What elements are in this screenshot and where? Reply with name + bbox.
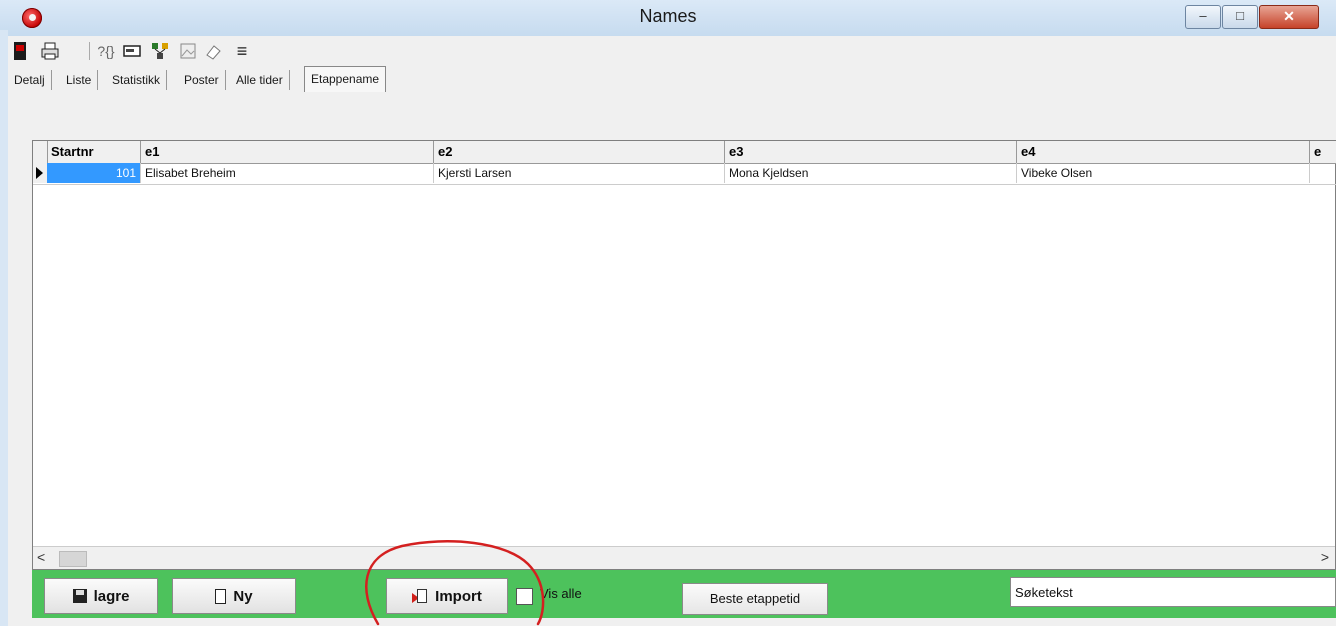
toolbar: ?{} ≡ [8,36,1336,66]
column-header-e3[interactable]: e3 [725,141,1017,163]
tab-statistikk[interactable]: Statistikk [106,70,168,90]
title-bar[interactable]: Names – □ ✕ [0,0,1336,36]
names-window: Names – □ ✕ ?{} ≡ Detalj Liste Statistik… [0,0,1336,626]
exit-icon[interactable] [10,41,30,61]
eraser-icon[interactable] [204,41,224,61]
minimize-icon: – [1199,8,1207,23]
network-icon[interactable] [150,41,170,61]
close-button[interactable]: ✕ [1259,5,1319,29]
window-frame [0,30,8,626]
search-input[interactable] [1010,577,1336,607]
menu-icon[interactable]: ≡ [232,41,252,61]
tab-poster[interactable]: Poster [178,70,226,90]
save-icon [72,589,87,603]
column-header-startnr[interactable]: Startnr [47,141,141,163]
minimize-button[interactable]: – [1185,5,1221,29]
row-indicator [33,163,48,183]
new-label: Ny [233,587,253,605]
column-header-e2[interactable]: e2 [434,141,725,163]
horizontal-scrollbar[interactable]: < > [33,546,1335,569]
new-button[interactable]: Ny [172,578,296,614]
cell-e3[interactable]: Mona Kjeldsen [725,163,1017,183]
tab-alle-tider[interactable]: Alle tider [230,70,290,90]
help-icon[interactable]: ?{} [96,41,116,61]
new-document-icon [215,588,227,604]
print-icon[interactable] [40,41,60,61]
names-grid[interactable]: Startnr e1 e2 e3 e4 e 101 Elisabet Brehe… [32,140,1336,570]
scroll-right-icon[interactable]: > [1321,549,1329,565]
save-label: lagre [93,587,130,605]
tab-bar: Detalj Liste Statistikk Poster Alle tide… [8,66,1336,92]
cell-e4[interactable]: Vibeke Olsen [1017,163,1310,183]
cell-e2[interactable]: Kjersti Larsen [434,163,725,183]
tab-etappename[interactable]: Etappename [304,66,387,92]
cell-startnr[interactable]: 101 [47,163,141,183]
best-stage-time-button[interactable]: Beste etappetid [682,583,828,615]
image-icon[interactable] [178,41,198,61]
cell-e5[interactable] [1310,163,1336,183]
save-button[interactable]: lagre [44,578,158,614]
scroll-left-icon[interactable]: < [37,549,45,565]
column-header-e1[interactable]: e1 [141,141,434,163]
grid-header: Startnr e1 e2 e3 e4 e [33,141,1336,164]
close-icon: ✕ [1283,8,1295,24]
tab-liste[interactable]: Liste [60,70,99,90]
maximize-icon: □ [1236,8,1244,23]
maximize-button[interactable]: □ [1222,5,1258,29]
tab-detalj[interactable]: Detalj [8,70,52,90]
column-header-e5[interactable]: e [1310,141,1336,163]
current-row-icon [36,167,43,179]
column-header-e4[interactable]: e4 [1017,141,1310,163]
table-row[interactable]: 101 Elisabet Breheim Kjersti Larsen Mona… [33,163,1336,185]
card-icon[interactable] [122,41,142,61]
red-circle-annotation [365,540,545,626]
window-title: Names [639,6,697,26]
header-indicator [33,141,48,163]
toolbar-separator [89,42,90,60]
cell-e1[interactable]: Elisabet Breheim [141,163,434,183]
scroll-thumb[interactable] [59,551,87,567]
